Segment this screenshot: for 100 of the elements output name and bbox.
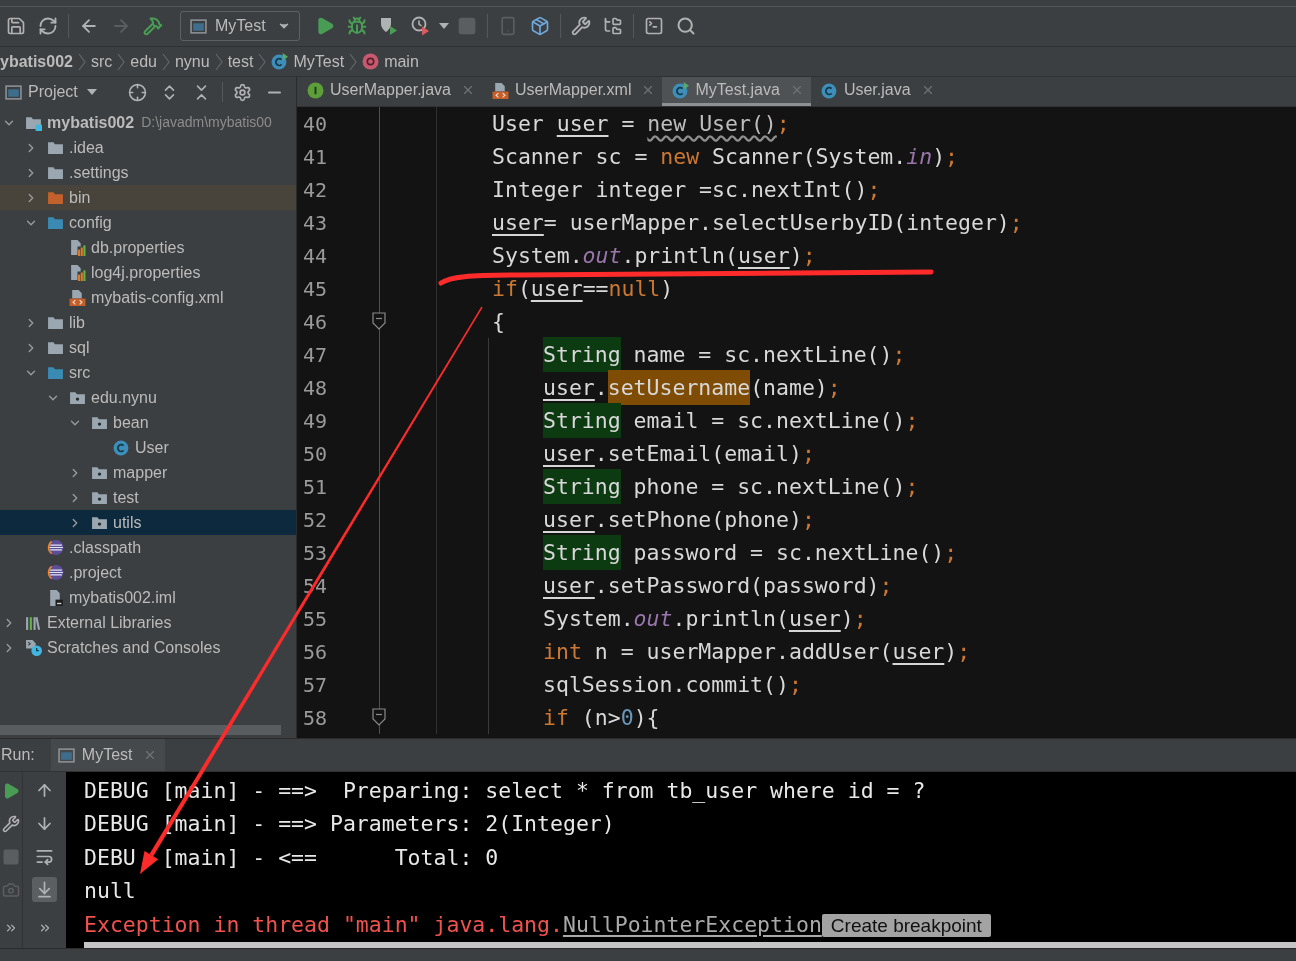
chevron-separator-icon bbox=[214, 52, 223, 71]
run-tab[interactable]: MyTest bbox=[50, 739, 166, 771]
project-path: D:\javadm\mybatis00 bbox=[141, 113, 272, 132]
play-icon[interactable] bbox=[315, 16, 335, 36]
breadcrumb-item[interactable]: test bbox=[227, 49, 254, 74]
breadcrumb-item[interactable]: ybatis002 bbox=[0, 49, 73, 74]
tree-item[interactable]: .classpath bbox=[0, 535, 296, 560]
code-line: Integer integer =sc.nextInt(); bbox=[492, 176, 881, 204]
breadcrumb-item[interactable]: nynu bbox=[174, 49, 210, 74]
code-line: user.setEmail(email); bbox=[543, 440, 815, 468]
tree-item[interactable]: edu.nynu bbox=[0, 385, 296, 410]
fold-marker-icon[interactable] bbox=[372, 708, 386, 726]
tree-item[interactable]: sql bbox=[0, 335, 296, 360]
line-number: 47 bbox=[303, 341, 328, 369]
editor-tab[interactable]: UserMapper.java bbox=[297, 77, 482, 106]
breadcrumb-item[interactable]: MyTest bbox=[271, 49, 345, 74]
folder-tree-icon[interactable] bbox=[603, 16, 623, 36]
chevron-separator-icon bbox=[349, 52, 358, 71]
tree-item[interactable]: utils bbox=[0, 510, 296, 535]
tree-item[interactable]: bin bbox=[0, 185, 296, 210]
breadcrumb-item[interactable]: src bbox=[90, 49, 113, 74]
code-line: Scanner sc = new Scanner(System.in); bbox=[492, 143, 959, 171]
tree-item[interactable]: Scratches and Consoles bbox=[0, 635, 296, 660]
horizontal-scrollbar[interactable] bbox=[84, 942, 1296, 948]
code-line: System.out.println(user); bbox=[492, 242, 816, 270]
create-breakpoint-button[interactable]: Create breakpoint bbox=[821, 913, 991, 937]
package-folder-icon bbox=[91, 414, 108, 431]
search-icon[interactable] bbox=[676, 16, 696, 36]
editor-tab[interactable]: MyTest.java bbox=[662, 77, 811, 106]
console-text: [main] - <== Total: 0 bbox=[161, 843, 499, 872]
code-file-icon bbox=[69, 289, 86, 306]
tree-item[interactable]: External Libraries bbox=[0, 610, 296, 635]
wrench-icon[interactable] bbox=[2, 814, 20, 833]
striped-circle-icon bbox=[47, 564, 64, 581]
bug-icon[interactable] bbox=[347, 16, 367, 36]
code-line: user.setPassword(password); bbox=[543, 572, 893, 600]
clock-play-icon[interactable] bbox=[411, 16, 431, 36]
tree-item[interactable]: config bbox=[0, 210, 296, 235]
code-line: String password = sc.nextLine(); bbox=[543, 536, 958, 569]
console-line: Exception in thread "main" java.lang.NullPointerException bbox=[84, 911, 822, 940]
runnable-class-icon bbox=[271, 53, 289, 70]
folder-icon bbox=[47, 314, 64, 331]
sync-icon[interactable] bbox=[38, 16, 58, 36]
run-panel-label: Run: bbox=[1, 745, 35, 765]
dropdown-caret-icon[interactable] bbox=[439, 23, 449, 29]
code-line: { bbox=[492, 308, 505, 336]
terminal-icon[interactable] bbox=[644, 16, 664, 36]
code-line: String email = sc.nextLine(); bbox=[543, 404, 919, 437]
fold-marker-icon[interactable] bbox=[372, 312, 386, 330]
tree-item[interactable]: mybatis002.iml bbox=[0, 585, 296, 610]
console-line: null bbox=[84, 877, 136, 906]
editor-tab[interactable]: UserMapper.xml bbox=[481, 77, 663, 106]
editor-tab[interactable]: User.java bbox=[810, 77, 942, 106]
code-line: sqlSession.commit(); bbox=[543, 671, 802, 699]
tree-item[interactable]: User bbox=[0, 435, 296, 460]
bar-chart-file-icon bbox=[69, 264, 86, 281]
tree-item[interactable]: mybatis-config.xml bbox=[0, 285, 296, 310]
class-icon bbox=[820, 81, 838, 99]
tree-item[interactable]: db.properties bbox=[0, 235, 296, 260]
save-icon[interactable] bbox=[6, 16, 26, 36]
console-text: DEBU bbox=[84, 843, 136, 872]
locate-icon[interactable] bbox=[128, 82, 148, 102]
scroll-to-end-icon[interactable] bbox=[32, 877, 57, 902]
folder-icon bbox=[47, 139, 64, 156]
tree-item[interactable]: test bbox=[0, 485, 296, 510]
hammer-icon[interactable] bbox=[143, 16, 163, 36]
settings-icon[interactable] bbox=[233, 82, 253, 102]
breadcrumb-item[interactable]: edu bbox=[130, 49, 157, 74]
bar-chart-file-icon bbox=[69, 239, 86, 256]
tree-item[interactable]: mapper bbox=[0, 460, 296, 485]
wrench-icon[interactable] bbox=[571, 16, 591, 36]
line-number: 56 bbox=[303, 638, 328, 666]
tree-item[interactable]: .project bbox=[0, 560, 296, 585]
tree-item[interactable]: .idea bbox=[0, 135, 296, 160]
chevron-separator-icon bbox=[258, 52, 267, 71]
play-icon[interactable] bbox=[2, 781, 20, 800]
package-folder-icon bbox=[91, 489, 108, 506]
code-line: System.out.println(user); bbox=[543, 605, 867, 633]
tree-item[interactable]: src bbox=[0, 360, 296, 385]
tree-item[interactable]: lib bbox=[0, 310, 296, 335]
horizontal-scrollbar[interactable] bbox=[0, 725, 281, 735]
line-number: 49 bbox=[303, 407, 328, 435]
chevron-separator-icon bbox=[161, 52, 170, 71]
code-line: if(user==null) bbox=[492, 275, 674, 303]
tree-item[interactable]: mybatis002 D:\javadm\mybatis00 bbox=[0, 110, 296, 135]
code-line: User user = new User(); bbox=[492, 110, 790, 138]
method-icon bbox=[362, 53, 380, 70]
tree-item[interactable]: bean bbox=[0, 410, 296, 435]
breadcrumb-item[interactable]: main bbox=[362, 49, 419, 74]
chevron-separator-icon bbox=[77, 52, 86, 71]
tree-item[interactable]: .settings bbox=[0, 160, 296, 185]
package-icon[interactable] bbox=[530, 16, 550, 36]
run-configuration-dropdown[interactable]: MyTest bbox=[180, 11, 300, 41]
tree-item[interactable]: log4j.properties bbox=[0, 260, 296, 285]
shield-play-icon[interactable] bbox=[379, 16, 399, 36]
exception-link[interactable]: NullPointerException bbox=[562, 912, 822, 938]
project-view-dropdown[interactable]: Project bbox=[28, 80, 97, 104]
window-icon bbox=[5, 83, 22, 101]
line-number: 57 bbox=[303, 671, 328, 699]
interface-icon bbox=[307, 81, 324, 99]
